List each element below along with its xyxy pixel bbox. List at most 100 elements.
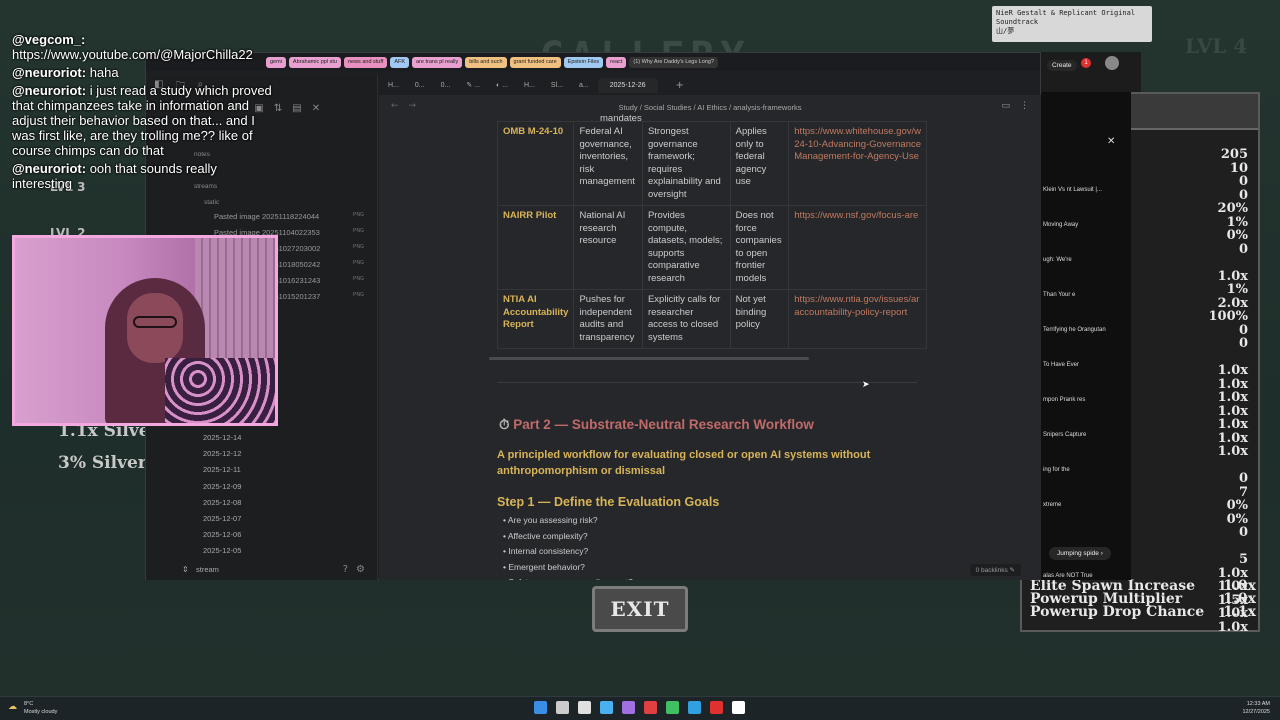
- video-item[interactable]: Than Your e: [1043, 291, 1123, 299]
- note-tab[interactable]: ✎ ...: [459, 78, 487, 92]
- reading-view-icon[interactable]: ▭: [1001, 101, 1010, 111]
- taskbar-app-icon[interactable]: [710, 701, 723, 714]
- browser-tab[interactable]: grant funded care: [509, 56, 561, 68]
- daily-note-item[interactable]: 2025-12-14: [203, 433, 241, 442]
- video-item[interactable]: xtreme: [1043, 501, 1123, 509]
- chat-text: haha: [89, 65, 119, 80]
- table-cell: Federal AI governance, inventories, risk…: [573, 121, 643, 206]
- browser-tab[interactable]: are trans pl really: [412, 56, 463, 68]
- table-cell: Explicitly calls for researcher access t…: [641, 289, 731, 349]
- daily-note-item[interactable]: 2025-12-12: [203, 449, 241, 458]
- taskbar-app-icon[interactable]: [534, 701, 547, 714]
- stat-value: 1.0x: [1217, 417, 1248, 432]
- video-item[interactable]: Klein Vs nt Lawsuit |...: [1043, 186, 1123, 194]
- stat-value: [1209, 256, 1249, 270]
- taskbar-app-icon[interactable]: [622, 701, 635, 714]
- browser-tab[interactable]: Epstein Files: [563, 56, 604, 68]
- note-tab[interactable]: Sl...: [544, 79, 570, 92]
- youtube-sidebar: ✕ Klein Vs nt Lawsuit |... Moving Away ugh…: [1041, 92, 1131, 580]
- weather-widget[interactable]: ☁ 8°C Mostly cloudy: [8, 700, 57, 716]
- stats-values: 205 10 0 0 20% 1% 0% 0 1.0x 1% 2.0x 100% 0 0 1.0x 1.0x 1…: [1209, 148, 1249, 634]
- video-item[interactable]: Snipers Capture: [1043, 431, 1123, 439]
- taskbar: ☁ 8°C Mostly cloudy 12:33 AM 12/27/2025: [0, 696, 1280, 720]
- edit-icon[interactable]: ✎: [1010, 567, 1015, 574]
- table-cell: Does not force companies to open frontie…: [729, 205, 790, 290]
- game-level-label: LVL 4: [1185, 34, 1248, 58]
- taskbar-app-icon[interactable]: [644, 701, 657, 714]
- daily-note-item[interactable]: 2025-12-08: [203, 498, 241, 507]
- table-scrollbar[interactable]: [489, 357, 809, 360]
- note-tab[interactable]: 0...: [434, 79, 458, 92]
- table-link[interactable]: https://www.nsf.gov/focus-are: [788, 205, 927, 290]
- more-options-icon[interactable]: ⋮: [1020, 101, 1029, 111]
- stat-value: 5: [1238, 552, 1248, 567]
- daily-note-item[interactable]: 2025-12-06: [203, 530, 241, 539]
- video-item[interactable]: mpon Prank res: [1043, 396, 1123, 404]
- close-icon[interactable]: ✕: [312, 103, 320, 114]
- taskbar-app-icon[interactable]: [600, 701, 613, 714]
- video-item[interactable]: Moving Away: [1043, 221, 1123, 229]
- folder-label[interactable]: static: [204, 199, 219, 206]
- vault-name[interactable]: stream: [196, 565, 219, 574]
- file-ext: PNG: [353, 212, 364, 218]
- note-tab[interactable]: H...: [381, 79, 406, 92]
- youtube-chip[interactable]: Jumping spide ›: [1049, 547, 1111, 560]
- browser-tab[interactable]: Abrahamic ppl stu: [288, 56, 341, 68]
- sort-icon[interactable]: ⇅: [274, 103, 282, 114]
- note-tab[interactable]: 2025-12-26: [597, 77, 658, 93]
- browser-tab[interactable]: AFK: [390, 56, 410, 68]
- video-item[interactable]: Terrifying he Orangutan: [1043, 326, 1123, 334]
- taskbar-app-icon[interactable]: [556, 701, 569, 714]
- stat-value: 0%: [1226, 498, 1248, 513]
- daily-note-item[interactable]: 2025-12-11: [203, 465, 241, 474]
- stat-value: 20%: [1217, 201, 1248, 216]
- stat-value: 10: [1229, 160, 1248, 176]
- daily-note-item[interactable]: 2025-12-05: [203, 546, 241, 555]
- stat-value: 100%: [1208, 309, 1249, 324]
- avatar[interactable]: [1105, 56, 1119, 70]
- note-tab[interactable]: H...: [517, 79, 542, 92]
- table-link[interactable]: https://www.ntia.gov/issues/ar accountab…: [788, 289, 927, 349]
- taskbar-app-icon[interactable]: [688, 701, 701, 714]
- video-item[interactable]: ugh: We're: [1043, 256, 1123, 264]
- breadcrumb[interactable]: Study / Social Studies / AI Ethics / ana…: [379, 103, 1041, 112]
- weather-desc: Mostly cloudy: [24, 709, 58, 715]
- daily-note-item[interactable]: 2025-12-07: [203, 514, 241, 523]
- browser-tab[interactable]: react: [606, 56, 627, 68]
- daily-note-item[interactable]: 2025-12-09: [203, 482, 241, 491]
- collapse-icon[interactable]: ▤: [292, 103, 301, 114]
- note-tab[interactable]: 0...: [408, 79, 432, 92]
- close-icon[interactable]: ✕: [1107, 136, 1115, 147]
- note-tab[interactable]: ◐ ...: [489, 79, 515, 92]
- browser-tab[interactable]: bills and such: [465, 56, 507, 68]
- backlinks-badge[interactable]: 0 backlinks ✎: [969, 564, 1021, 576]
- youtube-create-button[interactable]: Create: [1047, 60, 1077, 71]
- note-tab[interactable]: a...: [572, 79, 596, 92]
- taskbar-app-icon[interactable]: [666, 701, 679, 714]
- table-link[interactable]: https://www.whitehouse.gov/w 24-10-Advan…: [788, 121, 927, 206]
- taskbar-app-icon[interactable]: [732, 701, 745, 714]
- chat-message: @neuroriot: ooh that sounds really inter…: [12, 161, 274, 191]
- clock[interactable]: 12:33 AM 12/27/2025: [1242, 700, 1270, 716]
- video-item[interactable]: To Have Ever: [1043, 361, 1123, 369]
- stat-value: 1%: [1226, 214, 1248, 230]
- vault-switch-icon[interactable]: ⇕: [182, 565, 189, 574]
- stat-value: 0%: [1226, 511, 1248, 527]
- file-item[interactable]: Pasted image 20251118224044 PNG: [214, 212, 364, 221]
- stat-value: [1209, 540, 1249, 554]
- help-icon[interactable]: ?: [343, 564, 348, 575]
- note-view: ← → Study / Social Studies / AI Ethics /…: [379, 95, 1041, 580]
- browser-tab[interactable]: (1) Why Are Daddy's Legs Long?: [629, 56, 718, 68]
- browser-tab[interactable]: news and stuff: [343, 56, 388, 68]
- browser-tab-bar: gemi Abrahamic ppl stu news and stuff AFK ar…: [146, 53, 1040, 71]
- exit-button[interactable]: EXIT: [592, 586, 688, 632]
- stat-value: 1%: [1226, 282, 1248, 297]
- notification-badge[interactable]: 1: [1081, 58, 1091, 68]
- now-playing-box: NieR Gestalt & Replicant Original Soundt…: [992, 6, 1152, 42]
- video-item[interactable]: alas Are NOT True: [1043, 572, 1123, 580]
- new-tab-icon[interactable]: +: [676, 80, 684, 91]
- video-item[interactable]: ing for the: [1043, 466, 1123, 474]
- settings-icon[interactable]: ⚙: [356, 564, 365, 575]
- taskbar-app-icon[interactable]: [578, 701, 591, 714]
- divider: [497, 382, 917, 383]
